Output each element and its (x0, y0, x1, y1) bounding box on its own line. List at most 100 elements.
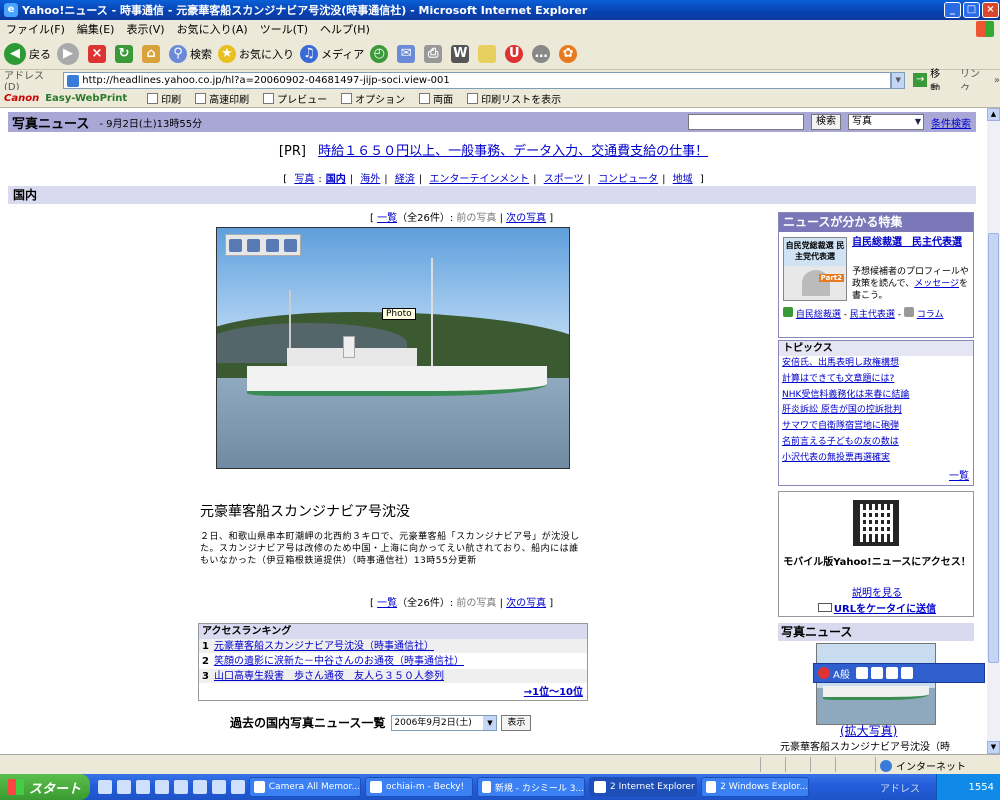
ime-language-bar[interactable]: A般 (813, 663, 985, 683)
category-photo-link[interactable]: 写真 (294, 174, 314, 185)
ime-tool-icon[interactable] (855, 667, 868, 679)
taskbar-button-becky[interactable]: ochiai-m - Becky! (365, 777, 473, 797)
quicklaunch-desktop-icon[interactable] (117, 780, 131, 794)
topics-more-link[interactable]: 一覧 (949, 467, 969, 482)
feature-link-dpj[interactable]: 民主代表選 (850, 310, 895, 320)
search-button[interactable]: ⚲ 検索 (169, 44, 212, 63)
feature-message-link[interactable]: メッセージ (914, 279, 959, 289)
feature-link-ldp[interactable]: 自民総裁選 (796, 310, 841, 320)
addon-button[interactable]: U (505, 44, 526, 63)
feature-thumbnail[interactable]: 自民党総裁選 民主党代表選 Part2 (783, 237, 847, 301)
quicklaunch-app4-icon[interactable] (212, 780, 226, 794)
advanced-search-link[interactable]: 条件検索 (931, 115, 971, 130)
links-chevron-icon[interactable]: » (994, 75, 1000, 86)
back-button[interactable]: ◀ 戻る (4, 42, 51, 65)
send-url-link[interactable]: URLをケータイに送信 (834, 604, 936, 615)
canon-print-list-button[interactable]: 印刷リストを表示 (467, 91, 561, 106)
media-button[interactable]: ♫ メディア (300, 44, 364, 63)
quicklaunch-app2-icon[interactable] (174, 780, 188, 794)
vertical-scrollbar[interactable]: ▲ ▼ (987, 108, 1000, 754)
quicklaunch-app-icon[interactable] (155, 780, 169, 794)
address-dropdown-icon[interactable]: ▼ (891, 71, 906, 89)
canon-options-button[interactable]: オプション (341, 91, 405, 106)
category-world[interactable]: 海外 (360, 174, 380, 185)
menu-view[interactable]: 表示(V) (126, 21, 164, 37)
taskbar-address-label[interactable]: アドレス (880, 780, 920, 795)
category-local[interactable]: 地域 (673, 174, 693, 185)
image-toolbar[interactable] (225, 234, 301, 256)
taskbar-button-explorer[interactable]: 2 Windows Explor... (701, 777, 809, 797)
menu-edit[interactable]: 編集(E) (77, 21, 115, 37)
scroll-up-icon[interactable]: ▲ (987, 108, 1000, 121)
archive-date-select[interactable]: 2006年9月2日(土) (391, 714, 498, 731)
refresh-button[interactable]: ↻ (115, 44, 136, 63)
ime-settings-icon[interactable] (885, 667, 898, 679)
topic-link[interactable]: 肝炎訴訟 原告が国の控訴批判 (782, 405, 902, 415)
address-input[interactable] (63, 71, 892, 89)
topic-link[interactable]: 小沢代表の無投票再選確実 (782, 453, 890, 463)
taskbar-button-ie[interactable]: 2 Internet Explorer (589, 777, 697, 797)
list-link[interactable]: 一覧 (377, 213, 397, 224)
scroll-down-icon[interactable]: ▼ (987, 741, 1000, 754)
ime-help-icon[interactable] (900, 667, 913, 679)
ranking-link[interactable]: 山口高専生殺害 歩さん通夜 友人ら３５０人参列 (214, 671, 444, 682)
home-button[interactable]: ⌂ (142, 44, 163, 63)
easy-webprint-menu[interactable]: Easy-WebPrint (45, 93, 127, 104)
stop-button[interactable]: × (88, 44, 109, 63)
next-photo-link[interactable]: 次の写真 (506, 598, 546, 609)
maximize-button[interactable]: □ (963, 2, 980, 18)
forward-button[interactable]: ▶ (57, 42, 82, 65)
topic-link[interactable]: NHK受信料義務化は来春に結論 (782, 390, 909, 400)
topic-link[interactable]: 名前言える子どもの友の数は (782, 437, 899, 447)
clock[interactable]: 1554 (969, 782, 994, 793)
print-button[interactable]: ⎙ (424, 44, 445, 63)
category-sports[interactable]: スポーツ (544, 174, 584, 185)
window-title-bar[interactable]: e Yahoo!ニュース - 時事通信 - 元豪華客船スカンジナビア号沈没(時事… (0, 0, 1000, 20)
feature-title-link[interactable]: 自民総裁選 民主代表選 (852, 237, 970, 249)
canon-fast-print-button[interactable]: 高速印刷 (195, 91, 249, 106)
ranking-link[interactable]: 笑顔の遺影に涙新た－中谷さんのお通夜（時事通信社） (214, 656, 464, 667)
main-photo[interactable]: Photo (216, 227, 570, 469)
topic-link[interactable]: 安倍氏、出馬表明し政権構想 (782, 358, 899, 368)
next-photo-link[interactable]: 次の写真 (506, 213, 546, 224)
mobile-explain-link[interactable]: 説明を見る (852, 588, 902, 599)
minimize-button[interactable]: _ (944, 2, 961, 18)
photo-news-thumbnail[interactable] (816, 643, 936, 725)
canon-preview-button[interactable]: プレビュー (263, 91, 327, 106)
category-entertainment[interactable]: エンターテインメント (429, 174, 529, 185)
quicklaunch-ie-icon[interactable] (98, 780, 112, 794)
email-icon[interactable] (265, 238, 279, 252)
mail-button[interactable]: ✉ (397, 44, 418, 63)
favorites-button[interactable]: ★ お気に入り (218, 44, 294, 63)
category-computer[interactable]: コンピュータ (598, 174, 658, 185)
taskbar-button-kashmir[interactable]: 新規 - カシミール 3... (477, 777, 585, 797)
category-economy[interactable]: 経済 (395, 174, 415, 185)
folder-icon[interactable] (284, 238, 298, 252)
edit-button[interactable]: W (451, 44, 472, 63)
quicklaunch-excel-icon[interactable] (136, 780, 150, 794)
ranking-more-link[interactable]: →1位〜10位 (524, 683, 583, 698)
menu-tools[interactable]: ツール(T) (260, 21, 308, 37)
ime-mode[interactable]: A般 (833, 666, 850, 681)
menu-help[interactable]: ヘルプ(H) (320, 21, 370, 37)
taskbar-button-camera[interactable]: Camera All Memor... (249, 777, 361, 797)
topic-link[interactable]: 計算はできても文章題には? (782, 374, 894, 384)
canon-print-button[interactable]: 印刷 (147, 91, 181, 106)
topic-link[interactable]: サマワで自衛隊宿営地に砲弾 (782, 421, 899, 431)
save-icon[interactable] (228, 238, 242, 252)
ranking-link[interactable]: 元豪華客船スカンジナビア号沈没（時事通信社） (214, 641, 434, 652)
menu-favorites[interactable]: お気に入り(A) (177, 21, 248, 37)
folder-button[interactable] (478, 44, 499, 63)
ime-icon[interactable] (818, 667, 830, 679)
pr-link[interactable]: 時給１６５０円以上、一般事務、データ入力、交通費支給の仕事！ (318, 144, 708, 159)
start-button[interactable]: スタート (0, 774, 90, 800)
news-search-button[interactable]: 検索 (811, 114, 841, 130)
list-link[interactable]: 一覧 (377, 598, 397, 609)
feature-link-column[interactable]: コラム (917, 310, 944, 320)
msn-button[interactable]: ✿ (559, 44, 580, 63)
history-button[interactable]: ◴ (370, 44, 391, 63)
menu-file[interactable]: ファイル(F) (6, 21, 65, 37)
messenger-button[interactable]: … (532, 44, 553, 63)
ime-pad-icon[interactable] (870, 667, 883, 679)
close-button[interactable]: × (982, 2, 999, 18)
